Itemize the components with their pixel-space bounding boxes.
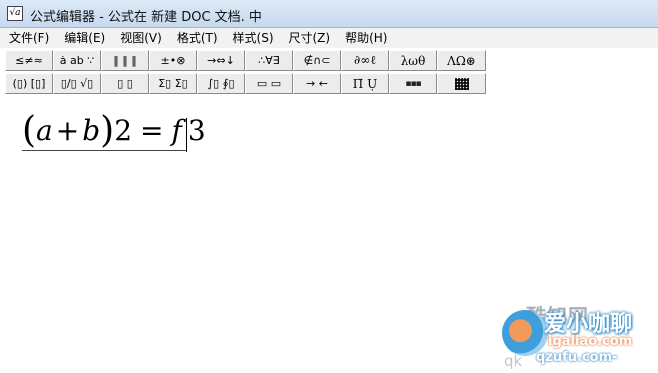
equation[interactable]: (a + b)2 = f 3 xyxy=(22,113,206,149)
labeled-arrow-palette[interactable]: → ← xyxy=(293,73,341,94)
menu-size[interactable]: 尺寸(Z) xyxy=(280,28,337,48)
menu-format[interactable]: 格式(T) xyxy=(168,28,224,48)
spaces-ellipses-palette[interactable]: ȧ ab ∵ xyxy=(53,50,101,71)
title-bar: √a 公式编辑器 - 公式在 新建 DOC 文档. 中 xyxy=(0,0,658,28)
watermark: 酷知网 爱小咖聊 igaliao.com qk qzufu.com- xyxy=(496,298,658,373)
integral-palette[interactable]: ∫▯ ∮▯ xyxy=(197,73,245,94)
close-paren: ) xyxy=(100,110,115,151)
menu-style[interactable]: 样式(S) xyxy=(224,28,280,48)
set-theory-palette[interactable]: ∉∩⊂ xyxy=(293,50,341,71)
matrix-row-icon: ▪▪▪ xyxy=(405,78,421,89)
matrix-row-palette[interactable]: ▪▪▪ xyxy=(389,73,437,94)
menu-file[interactable]: 文件(F) xyxy=(0,28,55,48)
var-a: a xyxy=(36,114,53,147)
number-three: 3 xyxy=(187,114,206,147)
symbol-palette-toolbar: ≤≠≈ ȧ ab ∵ ‖ ‖ ‖ ±•⊗ →⇔↓ ∴∀∃ ∉∩⊂ ∂∞ℓ λωθ… xyxy=(5,50,486,71)
menu-bar: 文件(F) 编辑(E) 视图(V) 格式(T) 样式(S) 尺寸(Z) 帮助(H… xyxy=(0,28,658,48)
greek-lowercase-palette[interactable]: λωθ xyxy=(389,50,437,71)
matrix-grid-palette[interactable] xyxy=(437,73,486,94)
menu-help[interactable]: 帮助(H) xyxy=(336,28,393,48)
equals-sign: = xyxy=(140,114,164,147)
number-two: 2 xyxy=(114,114,133,147)
insertion-caret xyxy=(186,118,187,152)
underbar-overbar-palette[interactable]: ▭ ▭ xyxy=(245,73,293,94)
greek-uppercase-palette[interactable]: ΛΩ⊛ xyxy=(437,50,486,71)
misc-symbols-palette[interactable]: ∂∞ℓ xyxy=(341,50,389,71)
menu-view[interactable]: 视图(V) xyxy=(111,28,168,48)
operator-symbols-palette[interactable]: ±•⊗ xyxy=(149,50,197,71)
logical-symbols-palette[interactable]: ∴∀∃ xyxy=(245,50,293,71)
matrix-grid-icon xyxy=(454,77,469,90)
arrow-symbols-palette[interactable]: →⇔↓ xyxy=(197,50,245,71)
window-title: 公式编辑器 - 公式在 新建 DOC 文档. 中 xyxy=(30,10,262,25)
subscript-superscript-palette[interactable]: ▯ ▯ xyxy=(101,73,149,94)
open-paren: ( xyxy=(22,110,37,151)
watermark-url: igaliao.com xyxy=(548,334,633,349)
products-set-palette[interactable]: Π̈ Ụ xyxy=(341,73,389,94)
var-b: b xyxy=(82,114,101,147)
relational-symbols-palette[interactable]: ≤≠≈ xyxy=(5,50,53,71)
plus-sign: + xyxy=(55,114,80,147)
summation-palette[interactable]: Σ▯ Σ▯ xyxy=(149,73,197,94)
menu-edit[interactable]: 编辑(E) xyxy=(55,28,111,48)
equation-editor-app-icon[interactable]: √a xyxy=(7,6,23,21)
template-palette-toolbar: (▯) [▯] ▯/▯ √▯ ▯ ▯ Σ▯ Σ▯ ∫▯ ∮▯ ▭ ▭ → ← Π… xyxy=(5,73,486,94)
var-f: f xyxy=(171,114,182,147)
fraction-radical-palette[interactable]: ▯/▯ √▯ xyxy=(53,73,101,94)
watermark-url-left: qk xyxy=(504,352,523,370)
embellishments-palette[interactable]: ‖ ‖ ‖ xyxy=(101,50,149,71)
watermark-url-secondary: qzufu.com- xyxy=(536,350,618,365)
fence-templates-palette[interactable]: (▯) [▯] xyxy=(5,73,53,94)
slot-underline xyxy=(22,150,186,151)
